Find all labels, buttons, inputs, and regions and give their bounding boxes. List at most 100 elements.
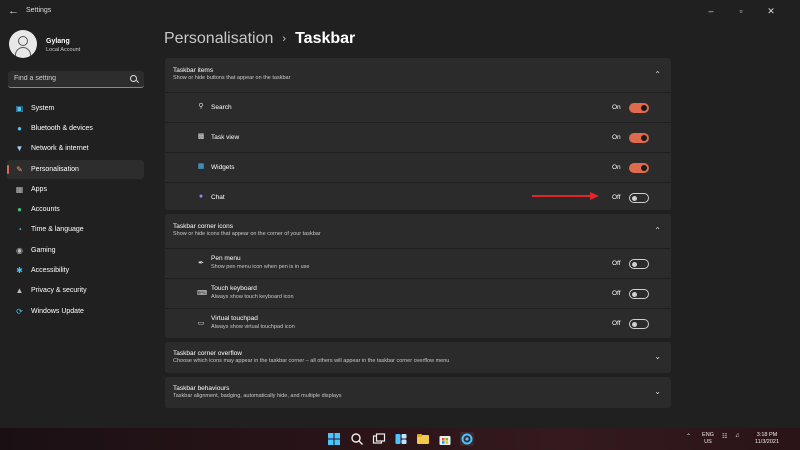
app-title: Settings: [26, 7, 52, 14]
update-icon: ⟳: [16, 307, 23, 316]
search-icon[interactable]: [350, 432, 364, 446]
taskbar-behaviours-section[interactable]: Taskbar behaviours Taskbar alignment, ba…: [165, 377, 671, 408]
breadcrumb-parent[interactable]: Personalisation: [164, 30, 273, 48]
chevron-up-icon[interactable]: ⌃: [654, 226, 661, 235]
user-body-icon: [15, 47, 31, 58]
close-icon[interactable]: ✕: [764, 4, 778, 18]
sidebar-item-network[interactable]: ▼ Network & internet: [7, 139, 144, 158]
widgets-icon: ▦: [197, 163, 205, 170]
toggle-state: Off: [612, 260, 621, 267]
start-icon[interactable]: [327, 432, 341, 446]
store-icon[interactable]: [438, 432, 452, 446]
row-label: Virtual touchpad: [211, 315, 258, 322]
corner-icon-virtual-touchpad: ▭ Virtual touchpad Always show virtual t…: [165, 308, 671, 338]
user-name: Gylang: [46, 38, 70, 45]
row-label: Chat: [211, 194, 225, 201]
title-bar: ← Settings – ▫ ✕: [0, 0, 800, 24]
task-view-toggle[interactable]: [629, 133, 649, 143]
search-icon: ⚲: [198, 103, 204, 110]
widgets-icon[interactable]: [394, 432, 408, 446]
sidebar-item-label: Accessibility: [31, 266, 70, 274]
chat-toggle[interactable]: [629, 193, 649, 203]
file-explorer-icon[interactable]: [416, 432, 430, 446]
toggle-state: On: [612, 104, 621, 111]
sidebar-item-label: Gaming: [31, 246, 56, 254]
toggle-state: Off: [612, 290, 621, 297]
sidebar-item-apps[interactable]: ▦ Apps: [7, 180, 144, 199]
touch-keyboard-toggle[interactable]: [629, 289, 649, 299]
pen-icon: ✒: [198, 260, 204, 267]
account-type: Local Account: [46, 47, 81, 53]
shield-icon: ▲: [15, 286, 24, 295]
search-icon[interactable]: [130, 75, 137, 82]
minimize-icon[interactable]: –: [704, 4, 718, 18]
search-input[interactable]: [14, 75, 124, 82]
language-code: ENG: [702, 432, 714, 438]
chat-icon: ●: [198, 193, 204, 200]
chevron-up-icon[interactable]: ⌃: [654, 70, 661, 79]
section-header[interactable]: Taskbar corner icons Show or hide icons …: [165, 214, 671, 248]
accounts-icon: ●: [17, 205, 22, 214]
section-header[interactable]: Taskbar items Show or hide buttons that …: [165, 58, 671, 92]
gamepad-icon: ◉: [16, 246, 23, 255]
chevron-up-icon[interactable]: ⌃: [686, 433, 691, 440]
sidebar-item-accounts[interactable]: ● Accounts: [7, 200, 144, 219]
section-header[interactable]: Taskbar corner overflow Choose which ico…: [165, 342, 671, 373]
sidebar-item-label: Windows Update: [31, 307, 84, 315]
network-icon: ▼: [15, 144, 24, 153]
language-indicator[interactable]: ENG US: [701, 432, 715, 446]
user-head-icon: [18, 36, 28, 46]
chevron-down-icon[interactable]: ⌄: [654, 352, 661, 361]
sidebar-item-time-language[interactable]: ◔ Time & language: [7, 220, 144, 239]
corner-icon-touch-keyboard: ⌨ Touch keyboard Always show touch keybo…: [165, 278, 671, 308]
section-header[interactable]: Taskbar behaviours Taskbar alignment, ba…: [165, 377, 671, 408]
accessibility-icon: ✱: [16, 266, 23, 275]
bluetooth-icon: ●: [17, 124, 22, 133]
volume-icon[interactable]: ♫: [735, 433, 740, 439]
sidebar-item-gaming[interactable]: ◉ Gaming: [7, 241, 144, 260]
clock[interactable]: 3:18 PM 11/3/2021: [748, 432, 786, 446]
sidebar-item-privacy[interactable]: ▲ Privacy & security: [7, 281, 144, 300]
pen-menu-toggle[interactable]: [629, 259, 649, 269]
taskbar-corner-overflow-section[interactable]: Taskbar corner overflow Choose which ico…: [165, 342, 671, 373]
chevron-down-icon[interactable]: ⌄: [654, 387, 661, 396]
section-title: Taskbar corner overflow: [173, 350, 242, 357]
taskbar-item-widgets: ▦ Widgets On: [165, 152, 671, 181]
section-title: Taskbar corner icons: [173, 223, 233, 230]
row-label: Search: [211, 104, 232, 111]
settings-icon[interactable]: [460, 432, 474, 446]
row-label: Pen menu: [211, 255, 241, 262]
section-subtitle: Choose which icons may appear in the tas…: [173, 358, 450, 364]
avatar[interactable]: [9, 30, 37, 58]
globe-clock-icon: ◔: [17, 225, 22, 234]
sidebar-item-bluetooth[interactable]: ● Bluetooth & devices: [7, 119, 144, 138]
brush-icon: ✎: [16, 165, 23, 174]
breadcrumb: Personalisation › Taskbar: [164, 30, 355, 48]
task-view-icon[interactable]: [372, 432, 386, 446]
widgets-toggle[interactable]: [629, 163, 649, 173]
section-subtitle: Show or hide buttons that appear on the …: [173, 75, 291, 81]
row-label: Task view: [211, 134, 240, 141]
sidebar-item-personalisation[interactable]: ✎ Personalisation: [7, 160, 144, 179]
settings-window: ← Settings – ▫ ✕ Gylang Local Account ▣ …: [0, 0, 800, 428]
back-arrow-icon[interactable]: ←: [8, 5, 20, 17]
section-title: Taskbar items: [173, 67, 214, 74]
maximize-icon[interactable]: ▫: [734, 4, 748, 18]
red-arrow-annotation: [532, 192, 599, 200]
search-box[interactable]: [8, 71, 144, 88]
sidebar-item-system[interactable]: ▣ System: [7, 99, 144, 118]
toggle-state: On: [612, 134, 621, 141]
network-icon[interactable]: ☷: [722, 433, 727, 440]
taskbar-corner-icons-section: Taskbar corner icons Show or hide icons …: [165, 214, 671, 338]
windows-taskbar: ⌃ ENG US ☷ ♫ 3:18 PM 11/3/2021: [0, 428, 800, 450]
search-toggle[interactable]: [629, 103, 649, 113]
sidebar-item-label: Apps: [31, 185, 47, 193]
sidebar-item-accessibility[interactable]: ✱ Accessibility: [7, 261, 144, 280]
sidebar-item-label: Personalisation: [31, 165, 79, 173]
corner-icon-pen-menu: ✒ Pen menu Show pen menu icon when pen i…: [165, 248, 671, 278]
profile[interactable]: [9, 30, 37, 58]
row-sublabel: Always show virtual touchpad icon: [211, 324, 295, 330]
sidebar-item-windows-update[interactable]: ⟳ Windows Update: [7, 302, 144, 321]
virtual-touchpad-toggle[interactable]: [629, 319, 649, 329]
sidebar-item-label: Network & internet: [31, 144, 89, 152]
